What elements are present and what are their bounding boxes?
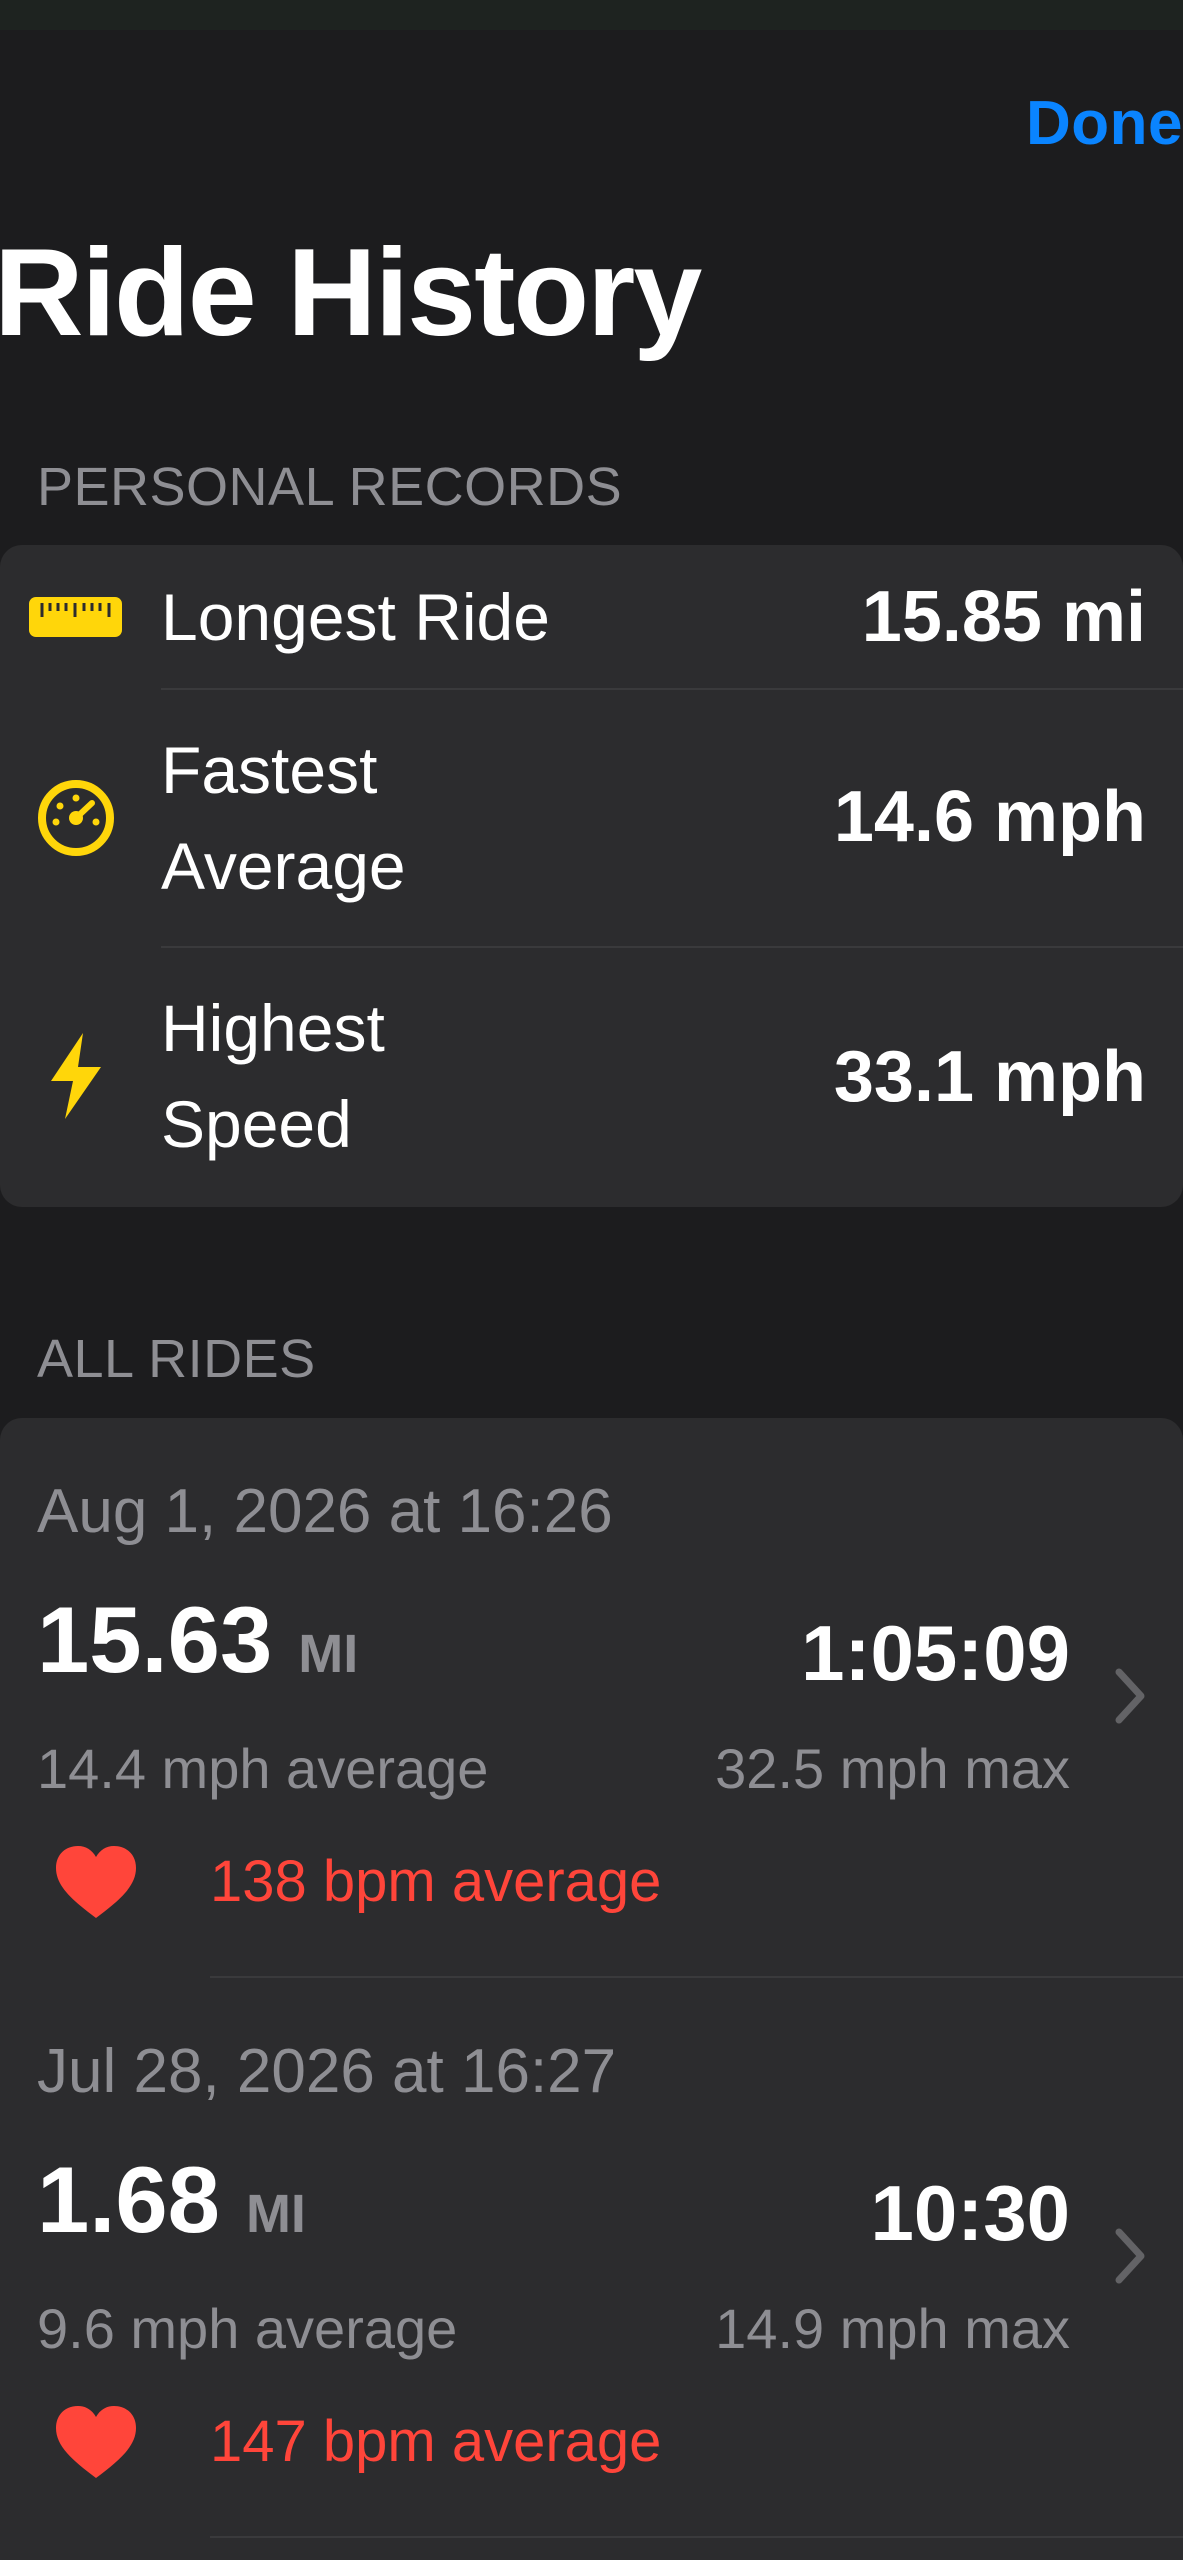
chevron-right-icon xyxy=(1113,2226,1147,2291)
record-label: Highest Speed xyxy=(161,991,385,1161)
record-row-highest-speed: Highest Speed 33.1 mph xyxy=(0,948,1183,1207)
record-value: 33.1 mph xyxy=(833,1037,1146,1117)
ride-distance-value: 1.68 xyxy=(37,2147,220,2252)
page-title: Ride History xyxy=(0,224,702,362)
ride-distance-unit: MI xyxy=(298,1624,359,1684)
personal-records-card: Longest Ride 15.85 mi Fastest Average 14… xyxy=(0,545,1183,1207)
done-button[interactable]: Done xyxy=(1026,88,1183,159)
ride-max-speed: 32.5 mph max xyxy=(715,1737,1070,1800)
all-rides-card: Aug 1, 2026 at 16:26 15.63 MI 1:05:09 14.… xyxy=(0,1418,1183,2560)
ride-distance-unit: MI xyxy=(245,2184,306,2244)
ride-distance-value: 15.63 xyxy=(37,1587,273,1692)
heart-icon xyxy=(54,1844,138,1925)
ride-row[interactable]: Jul 28, 2026 at 16:27 1.68 MI 10:30 9.6 m… xyxy=(0,1978,1183,2538)
ride-date: Aug 1, 2026 at 16:26 xyxy=(37,1477,613,1546)
ride-heart-rate: 138 bpm average xyxy=(210,1849,662,1914)
ride-duration: 10:30 xyxy=(870,2169,1071,2257)
ride-heart-rate: 147 bpm average xyxy=(210,2409,662,2474)
record-value: 14.6 mph xyxy=(833,777,1146,857)
record-row-longest-ride: Longest Ride 15.85 mi xyxy=(0,545,1183,689)
ride-max-speed: 14.9 mph max xyxy=(715,2297,1070,2360)
ride-row[interactable]: Aug 1, 2026 at 16:26 15.63 MI 1:05:09 14.… xyxy=(0,1418,1183,1976)
divider xyxy=(210,2536,1183,2538)
record-label: Fastest Average xyxy=(161,733,406,903)
ruler-icon xyxy=(28,589,123,645)
record-label: Longest Ride xyxy=(161,580,550,654)
speedometer-icon xyxy=(28,768,123,868)
personal-records-header: PERSONAL RECORDS xyxy=(37,457,623,517)
status-bar-strip xyxy=(0,0,1183,30)
ride-distance: 15.63 MI xyxy=(37,1586,358,1694)
ride-duration: 1:05:09 xyxy=(801,1609,1070,1697)
ride-average-speed: 9.6 mph average xyxy=(37,2297,458,2360)
bolt-icon xyxy=(28,1026,123,1126)
record-value: 15.85 mi xyxy=(861,577,1146,657)
all-rides-header: ALL RIDES xyxy=(37,1329,316,1389)
ride-average-speed: 14.4 mph average xyxy=(37,1737,489,1800)
record-row-fastest-average: Fastest Average 14.6 mph xyxy=(0,690,1183,946)
ride-distance: 1.68 MI xyxy=(37,2146,306,2254)
chevron-right-icon xyxy=(1113,1666,1147,1731)
heart-icon xyxy=(54,2404,138,2485)
ride-date: Jul 28, 2026 at 16:27 xyxy=(37,2037,617,2106)
